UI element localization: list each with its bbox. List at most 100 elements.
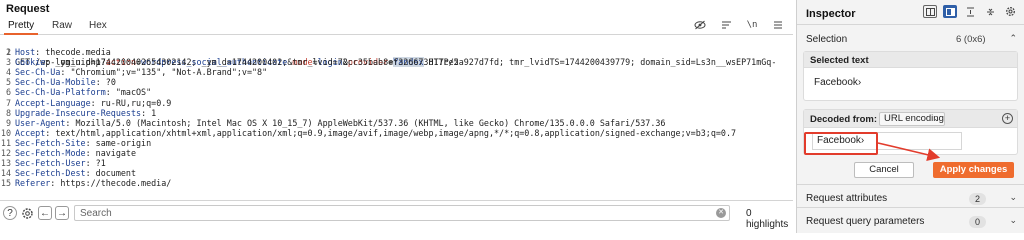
layout-split-icon[interactable] bbox=[923, 5, 937, 18]
settings-icon[interactable] bbox=[20, 206, 34, 220]
annotation-highlight-box bbox=[804, 132, 878, 155]
line-number: 7 bbox=[5, 97, 11, 108]
header-line: Sec-Fetch-Dest: document bbox=[15, 168, 136, 178]
header-value: : ru-RU,ru;q=0.9 bbox=[90, 97, 172, 108]
inspector-panel: Inspector ✕ Selection 6 (0x6) ⌃ Selected… bbox=[796, 0, 1024, 233]
header-name: Cookie bbox=[15, 57, 46, 68]
line-number: 3 bbox=[5, 57, 11, 68]
code-line: 3 Cookie: _ym_uid=1744200402654302142; _y… bbox=[0, 57, 793, 67]
code-line: 2 Host: thecode.media bbox=[0, 47, 793, 57]
code-line: 10 Accept: text/html,application/xhtml+xm… bbox=[0, 128, 793, 138]
encoding-select[interactable]: URL encoding ⌄ bbox=[879, 112, 945, 126]
header-name: Sec-Ch-Ua-Mobile bbox=[15, 77, 96, 88]
chevron-down-icon[interactable]: ⌄ bbox=[1009, 192, 1017, 203]
decoded-header: Decoded from: URL encoding ⌄ + bbox=[804, 110, 1017, 128]
header-name: User-Agent bbox=[15, 117, 66, 128]
code-line: 6 Sec-Ch-Ua-Platform: "macOS" bbox=[0, 87, 793, 97]
tab-raw[interactable]: Raw bbox=[48, 19, 76, 35]
header-name: Accept bbox=[15, 127, 46, 138]
code-line: 12 Sec-Fetch-Mode: navigate bbox=[0, 148, 793, 158]
header-name: Referer bbox=[15, 178, 51, 189]
code-line: 1 GET /wp-login.php?action=wordpress_soc… bbox=[0, 37, 793, 68]
request-query-section[interactable]: Request query parameters 0 ⌄ bbox=[797, 211, 1024, 231]
align-icon[interactable] bbox=[963, 5, 977, 18]
line-number: 6 bbox=[5, 87, 11, 98]
chevron-down-icon[interactable]: ⌄ bbox=[1009, 215, 1017, 226]
header-value: : "Chromium";v="135", "Not-A.Brand";v="8… bbox=[60, 67, 268, 78]
line-number: 10 bbox=[0, 127, 11, 138]
line-number: 14 bbox=[0, 168, 11, 179]
header-line: Sec-Ch-Ua: "Chromium";v="135", "Not-A.Br… bbox=[15, 67, 267, 77]
selection-count: 6 (0x6) bbox=[956, 34, 986, 45]
header-name: Sec-Fetch-Site bbox=[15, 137, 86, 148]
newline-icon[interactable]: \n bbox=[745, 18, 759, 32]
header-value: : ?0 bbox=[95, 77, 116, 88]
inspector-toolbar: ✕ bbox=[923, 5, 1024, 18]
settings-icon[interactable] bbox=[1003, 5, 1017, 18]
line-number: 5 bbox=[5, 77, 11, 88]
line-number: 15 bbox=[0, 178, 11, 189]
request-editor[interactable]: 1 GET /wp-login.php?action=wordpress_soc… bbox=[0, 37, 793, 192]
header-name: Sec-Ch-Ua-Platform bbox=[15, 87, 106, 98]
selection-section[interactable]: Selection 6 (0x6) ⌃ bbox=[797, 29, 1024, 49]
request-tabs: Pretty Raw Hex \n bbox=[0, 17, 793, 35]
header-line: Sec-Ch-Ua-Mobile: ?0 bbox=[15, 77, 116, 87]
divider bbox=[797, 184, 1024, 185]
code-line: 11 Sec-Fetch-Site: same-origin bbox=[0, 138, 793, 148]
tab-hex[interactable]: Hex bbox=[85, 19, 111, 35]
divider bbox=[797, 24, 1024, 25]
line-number: 4 bbox=[5, 67, 11, 78]
wrap-icon[interactable] bbox=[719, 18, 733, 32]
line-number: 8 bbox=[5, 107, 11, 118]
header-line: Host: thecode.media bbox=[15, 47, 111, 57]
header-value: : _ym_uid=1744200402654302142; _ym_d=174… bbox=[45, 57, 777, 68]
header-line: Sec-Ch-Ua-Platform: "macOS" bbox=[15, 87, 151, 97]
header-name: Accept-Language bbox=[15, 97, 91, 108]
header-line: Sec-Fetch-Site: same-origin bbox=[15, 138, 151, 148]
request-title: Request bbox=[6, 3, 50, 15]
header-line: Sec-Fetch-User: ?1 bbox=[15, 158, 106, 168]
search-field[interactable]: ✕ bbox=[74, 205, 730, 221]
line-number: 11 bbox=[0, 137, 11, 148]
request-attributes-count: 2 bbox=[969, 193, 987, 205]
decoded-from-label: Decoded from: bbox=[810, 114, 878, 125]
help-icon[interactable]: ? bbox=[3, 206, 17, 220]
clear-icon[interactable]: ✕ bbox=[716, 208, 726, 218]
header-value: : Mozilla/5.0 (Macintosh; Intel Mac OS X… bbox=[65, 117, 666, 128]
tab-pretty[interactable]: Pretty bbox=[4, 19, 39, 35]
selected-text-card: Selected text Facebook› bbox=[803, 51, 1018, 101]
request-attributes-section[interactable]: Request attributes 2 ⌄ bbox=[797, 188, 1024, 208]
divider bbox=[797, 207, 1024, 208]
header-value: : thecode.media bbox=[35, 47, 111, 58]
eye-off-icon[interactable] bbox=[693, 18, 707, 32]
header-name: Sec-Fetch-User bbox=[15, 158, 86, 169]
request-query-count: 0 bbox=[969, 216, 987, 228]
line-number: 12 bbox=[0, 148, 11, 159]
header-name: Host bbox=[15, 47, 36, 58]
header-name: Sec-Fetch-Mode bbox=[15, 148, 86, 159]
apply-changes-button[interactable]: Apply changes bbox=[933, 162, 1014, 178]
layout-panel-icon[interactable] bbox=[943, 5, 957, 18]
selected-text-label: Selected text bbox=[810, 55, 869, 66]
forward-icon[interactable]: → bbox=[55, 206, 69, 220]
header-value: : "macOS" bbox=[105, 87, 152, 98]
add-icon[interactable]: + bbox=[1002, 113, 1013, 124]
header-line: Accept-Language: ru-RU,ru;q=0.9 bbox=[15, 98, 171, 108]
selected-text-value[interactable]: Facebook› bbox=[814, 77, 861, 88]
back-icon[interactable]: ← bbox=[38, 206, 52, 220]
header-value: : https://thecode.media/ bbox=[50, 178, 172, 189]
collapse-icon[interactable] bbox=[983, 5, 997, 18]
header-value: : ?1 bbox=[85, 158, 106, 169]
chevron-up-icon[interactable]: ⌃ bbox=[1009, 33, 1017, 44]
search-bar: ? ← → ✕ 0 highlights bbox=[0, 200, 793, 230]
code-line: 14 Sec-Fetch-Dest: document bbox=[0, 168, 793, 178]
header-line: Accept: text/html,application/xhtml+xml,… bbox=[15, 128, 736, 138]
header-value: : same-origin bbox=[85, 137, 152, 148]
cancel-button[interactable]: Cancel bbox=[854, 162, 914, 178]
request-attributes-label: Request attributes bbox=[806, 193, 888, 204]
code-line: 5 Sec-Ch-Ua-Mobile: ?0 bbox=[0, 77, 793, 87]
highlights-count: 0 highlights bbox=[746, 208, 789, 230]
header-name: Sec-Ch-Ua bbox=[15, 67, 61, 78]
search-input[interactable] bbox=[75, 206, 695, 220]
menu-icon[interactable] bbox=[771, 18, 785, 32]
